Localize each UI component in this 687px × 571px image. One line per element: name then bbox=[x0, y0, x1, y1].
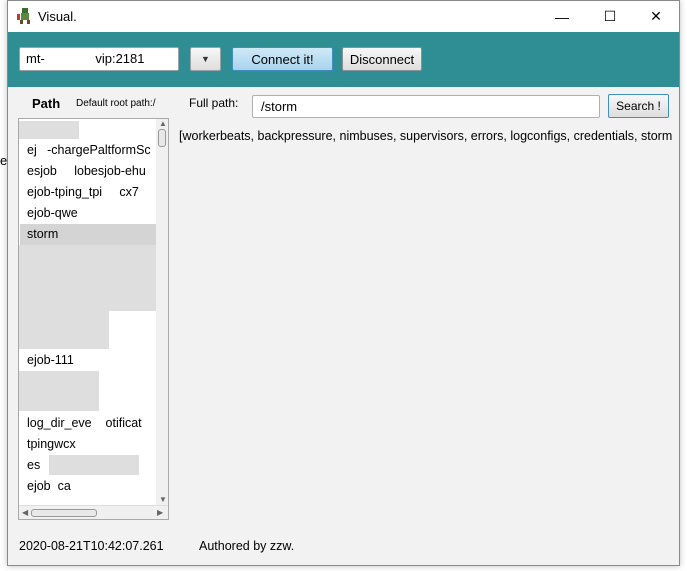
connect-button[interactable]: Connect it! bbox=[232, 47, 333, 71]
horizontal-scrollbar[interactable]: ◀ ▶ bbox=[19, 505, 168, 519]
app-icon bbox=[17, 8, 30, 24]
vertical-scroll-thumb[interactable] bbox=[158, 129, 166, 147]
path-label: Path bbox=[32, 96, 61, 111]
close-button[interactable]: ✕ bbox=[633, 1, 679, 32]
scroll-right-icon[interactable]: ▶ bbox=[157, 508, 163, 517]
redaction-blur bbox=[19, 311, 109, 349]
search-button[interactable]: Search ! bbox=[608, 94, 669, 118]
list-item[interactable]: esjob lobesjob-ehu bbox=[20, 161, 156, 182]
scroll-left-icon[interactable]: ◀ bbox=[22, 508, 28, 517]
list-item[interactable]: tpingwcx bbox=[20, 434, 156, 455]
window-title: Visual. bbox=[38, 9, 77, 24]
status-author: Authored by zzw. bbox=[199, 539, 295, 553]
fullpath-input[interactable]: /storm bbox=[252, 95, 600, 118]
path-list[interactable]: ej -chargePaltformSc esjob lobesjob-ehu … bbox=[18, 118, 169, 520]
vertical-scrollbar[interactable]: ▲ ▼ bbox=[156, 119, 168, 505]
redaction-blur bbox=[19, 121, 79, 139]
status-timestamp: 2020-08-21T10:42:07.261 bbox=[19, 539, 164, 553]
list-item[interactable]: log_dir_eve otificat bbox=[20, 413, 156, 434]
connection-toolbar: mt- vip:2181 ▼ Connect it! Disconnect bbox=[8, 32, 679, 87]
redaction-blur bbox=[19, 371, 99, 411]
list-item-selected[interactable]: storm bbox=[20, 224, 156, 245]
fullpath-label: Full path: bbox=[189, 96, 239, 110]
list-item[interactable]: ejob-tping_tpi cx7 bbox=[20, 182, 156, 203]
connection-dropdown-button[interactable]: ▼ bbox=[190, 47, 221, 71]
scroll-down-icon[interactable]: ▼ bbox=[159, 495, 167, 504]
title-bar[interactable]: Visual. — ☐ ✕ bbox=[8, 1, 679, 32]
maximize-button[interactable]: ☐ bbox=[587, 1, 633, 32]
connection-input[interactable]: mt- vip:2181 bbox=[19, 47, 179, 71]
list-item[interactable]: ejob-qwe bbox=[20, 203, 156, 224]
root-path-label: Default root path:/ bbox=[76, 98, 156, 109]
horizontal-scroll-thumb[interactable] bbox=[31, 509, 97, 517]
list-item[interactable]: ej -chargePaltformSc bbox=[20, 140, 156, 161]
redaction-blur bbox=[19, 245, 157, 311]
minimize-button[interactable]: — bbox=[539, 1, 585, 32]
chevron-down-icon: ▼ bbox=[201, 54, 210, 64]
disconnect-button[interactable]: Disconnect bbox=[342, 47, 422, 71]
result-text: [workerbeats, backpressure, nimbuses, su… bbox=[179, 129, 673, 143]
scroll-up-icon[interactable]: ▲ bbox=[159, 119, 167, 128]
list-item[interactable]: ejob-111 bbox=[20, 350, 156, 371]
list-item[interactable]: ejob ca bbox=[20, 476, 156, 497]
app-window: Visual. — ☐ ✕ mt- vip:2181 ▼ Connect it!… bbox=[7, 0, 680, 566]
redaction-blur bbox=[49, 455, 139, 475]
